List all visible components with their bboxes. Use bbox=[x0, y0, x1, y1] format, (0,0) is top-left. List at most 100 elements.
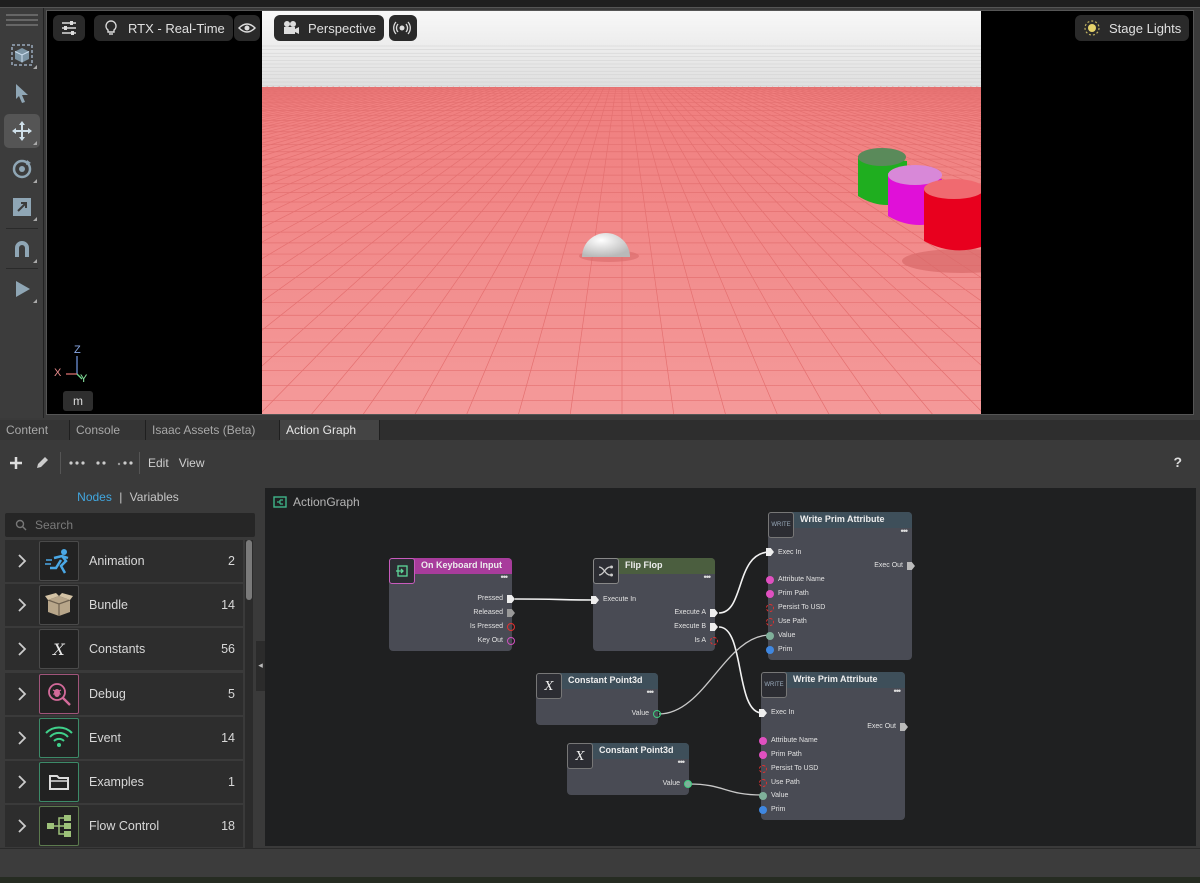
exec-out-pin[interactable] bbox=[710, 623, 718, 631]
exec-out-pin[interactable] bbox=[507, 609, 515, 617]
chevron-right-icon[interactable] bbox=[5, 686, 39, 701]
axis-x-label: X bbox=[54, 367, 62, 379]
category-flow-control[interactable]: Flow Control 18 bbox=[5, 805, 243, 848]
add-node-button[interactable] bbox=[8, 455, 24, 471]
move-tool[interactable] bbox=[4, 114, 40, 148]
visibility-button[interactable] bbox=[234, 15, 260, 41]
value-pin[interactable] bbox=[653, 710, 661, 718]
search-input[interactable] bbox=[35, 518, 235, 532]
layout-button[interactable] bbox=[95, 458, 107, 468]
select-mode-button[interactable] bbox=[4, 38, 40, 72]
toolbar-grip[interactable] bbox=[6, 14, 38, 30]
token-pin[interactable] bbox=[759, 737, 767, 745]
bool-pin[interactable] bbox=[766, 618, 774, 626]
category-constants[interactable]: X Constants 56 bbox=[5, 628, 243, 671]
node-constant-point3d[interactable]: Constant Point3d X ••• Value bbox=[536, 673, 661, 725]
prim-pin[interactable] bbox=[759, 806, 767, 814]
category-name: Bundle bbox=[89, 598, 128, 613]
chevron-right-icon[interactable] bbox=[5, 731, 39, 745]
axis-z-label: Z bbox=[74, 344, 81, 356]
node-write-prim-attribute[interactable]: Write Prim Attribute WRITE ••• Exec In E… bbox=[759, 672, 908, 820]
exec-in-pin[interactable] bbox=[766, 548, 774, 556]
chevron-right-icon[interactable] bbox=[5, 554, 39, 568]
scale-tool[interactable] bbox=[4, 190, 40, 224]
snap-tool[interactable] bbox=[4, 232, 40, 266]
exec-out-pin[interactable] bbox=[507, 595, 515, 603]
chevron-right-icon[interactable] bbox=[5, 642, 39, 657]
action-graph-canvas[interactable]: ActionGraph On Keyboard Input ••• Presse… bbox=[265, 488, 1196, 846]
stage-lights-button[interactable]: Stage Lights bbox=[1075, 15, 1190, 41]
exec-in-pin[interactable] bbox=[591, 596, 599, 604]
panel-collapse-handle[interactable]: ◂ bbox=[256, 486, 265, 848]
exec-out-pin[interactable] bbox=[710, 609, 718, 617]
category-count: 56 bbox=[221, 642, 235, 657]
broadcast-button[interactable] bbox=[389, 15, 417, 41]
bool-pin[interactable] bbox=[710, 637, 718, 645]
node-menu-dots[interactable]: ••• bbox=[704, 572, 712, 582]
search-field[interactable] bbox=[5, 513, 255, 537]
exec-out-pin[interactable] bbox=[900, 723, 908, 731]
exec-in-pin[interactable] bbox=[759, 709, 767, 717]
renderer-button[interactable]: RTX - Real-Time bbox=[94, 15, 233, 41]
node-on-keyboard-input[interactable]: On Keyboard Input ••• Pressed Released I… bbox=[389, 558, 515, 651]
camera-button[interactable]: Perspective bbox=[274, 15, 384, 41]
value-pin[interactable] bbox=[684, 780, 692, 788]
chevron-right-icon[interactable] bbox=[5, 775, 39, 789]
scrollbar-thumb[interactable] bbox=[246, 540, 252, 600]
node-menu-dots[interactable]: ••• bbox=[501, 572, 509, 582]
viewport-settings-button[interactable] bbox=[53, 15, 85, 41]
more-options-button[interactable] bbox=[69, 458, 85, 468]
prim-pin[interactable] bbox=[766, 646, 774, 654]
scene-render[interactable] bbox=[262, 11, 981, 414]
viewport[interactable]: RTX - Real-Time Perspective Stage Lights… bbox=[46, 10, 1194, 415]
unit-badge[interactable]: m bbox=[63, 391, 93, 411]
edit-menu[interactable]: Edit bbox=[148, 456, 169, 470]
node-menu-dots[interactable]: ••• bbox=[894, 686, 902, 696]
category-bundle[interactable]: Bundle 14 bbox=[5, 584, 243, 627]
node-menu-dots[interactable]: ••• bbox=[647, 687, 655, 697]
bool-pin[interactable] bbox=[766, 604, 774, 612]
token-pin[interactable] bbox=[507, 637, 515, 645]
sun-icon bbox=[1084, 20, 1100, 36]
chevron-right-icon[interactable] bbox=[5, 819, 39, 833]
isaac-sim-window: RTX - Real-Time Perspective Stage Lights… bbox=[0, 0, 1200, 883]
path-pin[interactable] bbox=[759, 751, 767, 759]
x-variable-icon: X bbox=[39, 629, 79, 670]
play-button[interactable] bbox=[4, 272, 40, 306]
port-exec-out: Exec Out bbox=[874, 562, 903, 569]
bool-pin[interactable] bbox=[759, 779, 767, 787]
category-examples[interactable]: Examples 1 bbox=[5, 760, 243, 803]
node-flip-flop[interactable]: Flip Flop ••• Execute In Execute A Execu… bbox=[591, 558, 718, 651]
play-icon bbox=[16, 281, 30, 297]
node-constant-point3d[interactable]: Constant Point3d X ••• Value bbox=[567, 743, 692, 795]
token-pin[interactable] bbox=[766, 576, 774, 584]
category-scrollbar[interactable] bbox=[245, 540, 253, 848]
node-menu-dots[interactable]: ••• bbox=[901, 526, 909, 536]
view-menu[interactable]: View bbox=[179, 456, 205, 470]
category-animation[interactable]: Animation 2 bbox=[5, 540, 243, 582]
node-menu-dots[interactable]: ••• bbox=[678, 757, 686, 767]
chevron-left-icon[interactable]: ◂ bbox=[256, 641, 265, 691]
category-event[interactable]: Event 14 bbox=[5, 716, 243, 759]
tab-console[interactable]: Console bbox=[70, 420, 146, 440]
rotate-tool[interactable] bbox=[4, 152, 40, 186]
bool-pin[interactable] bbox=[507, 623, 515, 631]
options-button[interactable] bbox=[117, 458, 133, 468]
node-write-prim-attribute[interactable]: Write Prim Attribute WRITE ••• Exec In E… bbox=[766, 512, 915, 660]
exec-out-pin[interactable] bbox=[907, 562, 915, 570]
value-pin[interactable] bbox=[759, 792, 767, 800]
category-debug[interactable]: Debug 5 bbox=[5, 672, 243, 715]
select-arrow-tool[interactable] bbox=[4, 76, 40, 110]
tab-variables[interactable]: Variables bbox=[130, 490, 179, 504]
tab-nodes[interactable]: Nodes bbox=[77, 490, 112, 504]
value-pin[interactable] bbox=[766, 632, 774, 640]
chevron-right-icon[interactable] bbox=[5, 598, 39, 612]
path-pin[interactable] bbox=[766, 590, 774, 598]
tab-isaac-assets[interactable]: Isaac Assets (Beta) bbox=[146, 420, 280, 440]
tab-content[interactable]: Content bbox=[0, 420, 70, 440]
bool-pin[interactable] bbox=[759, 765, 767, 773]
plus-icon bbox=[10, 457, 22, 469]
tab-action-graph[interactable]: Action Graph bbox=[280, 420, 380, 440]
edit-graph-button[interactable] bbox=[34, 455, 50, 471]
help-button[interactable]: ? bbox=[1173, 454, 1182, 470]
